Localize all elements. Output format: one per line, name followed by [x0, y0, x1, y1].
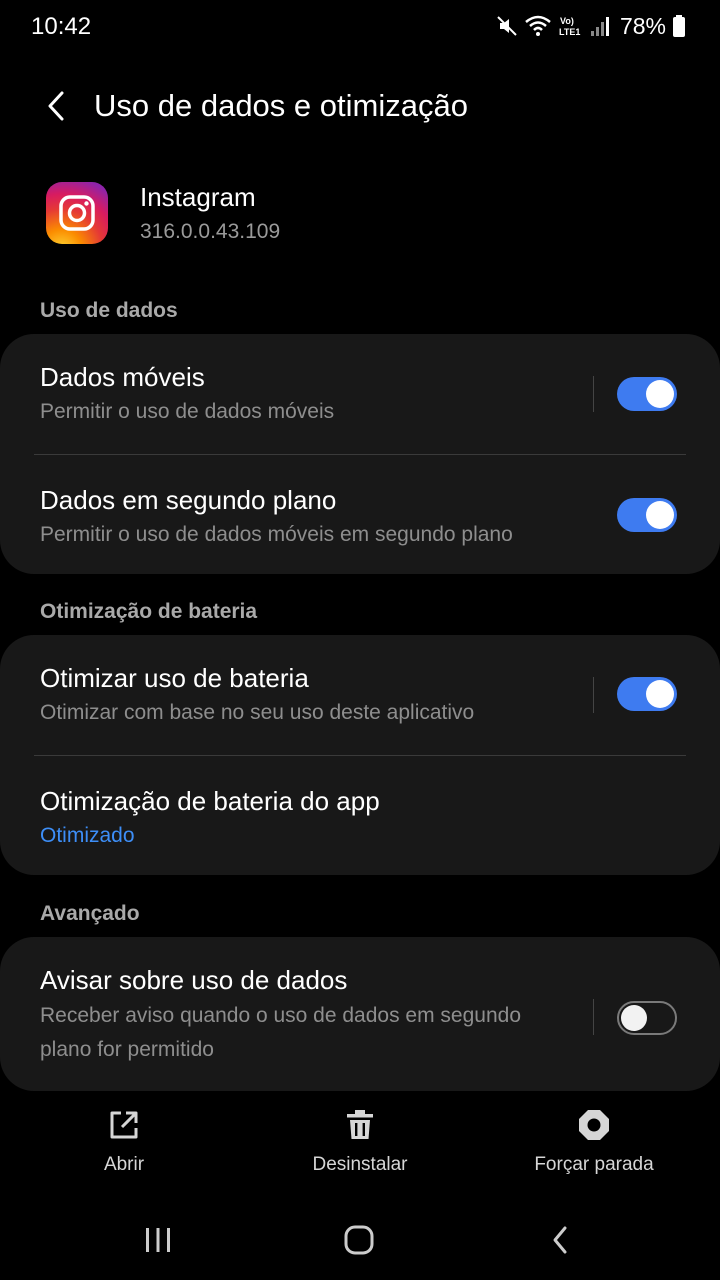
battery-card: Otimizar uso de bateria Otimizar com bas… [0, 635, 720, 875]
optimize-battery-item[interactable]: Otimizar uso de bateria Otimizar com bas… [0, 635, 720, 755]
divider-vertical [593, 376, 594, 412]
data-warning-item[interactable]: Avisar sobre uso de dados Receber aviso … [0, 937, 720, 1091]
wifi-icon [524, 15, 552, 37]
open-button[interactable]: Abrir [34, 1108, 214, 1176]
uninstall-label: Desinstalar [312, 1154, 408, 1175]
divider-vertical [593, 677, 594, 713]
item-title: Otimizar uso de bateria [40, 663, 309, 693]
app-battery-optimization-item[interactable]: Otimização de bateria do app Otimizado [0, 756, 720, 875]
back-button[interactable] [36, 84, 76, 128]
uninstall-button[interactable]: Desinstalar [270, 1108, 450, 1176]
data-usage-card: Dados móveis Permitir o uso de dados móv… [0, 334, 720, 574]
item-title: Dados móveis [40, 362, 205, 392]
optimize-battery-toggle[interactable] [617, 677, 677, 711]
instagram-icon [46, 182, 108, 244]
item-title: Otimização de bateria do app [40, 786, 380, 816]
toggle-knob [646, 501, 674, 529]
app-version: 316.0.0.43.109 [140, 220, 281, 243]
stop-icon [579, 1110, 609, 1140]
svg-text:LTE1: LTE1 [559, 27, 580, 37]
force-stop-button[interactable]: Forçar parada [504, 1108, 684, 1176]
mute-icon [496, 15, 518, 37]
mobile-data-toggle[interactable] [617, 377, 677, 411]
toggle-knob [646, 680, 674, 708]
open-external-icon [110, 1111, 138, 1139]
volte-lte-icon: Vo) LTE1 [558, 14, 584, 38]
battery-percent: 78% [619, 12, 666, 39]
background-data-item[interactable]: Dados em segundo plano Permitir o uso de… [0, 455, 720, 574]
data-warning-toggle[interactable] [617, 1001, 677, 1035]
item-title: Dados em segundo plano [40, 485, 337, 515]
optimization-status: Otimizado [40, 824, 135, 847]
app-bar: Uso de dados e otimização [0, 70, 720, 144]
advanced-card: Avisar sobre uso de dados Receber aviso … [0, 937, 720, 1091]
bottom-actions: Abrir Desinstalar Forçar parada [0, 1108, 720, 1198]
toggle-knob [646, 380, 674, 408]
item-title: Avisar sobre uso de dados [40, 965, 348, 995]
divider-vertical [593, 999, 594, 1035]
app-info: Instagram 316.0.0.43.109 [0, 172, 720, 262]
recents-button[interactable] [128, 1220, 188, 1260]
item-subtitle: Receber aviso quando o uso de dados em s… [40, 1004, 522, 1061]
page-title: Uso de dados e otimização [94, 88, 468, 123]
navigation-bar [0, 1208, 720, 1280]
signal-icon [590, 15, 610, 37]
nav-back-button[interactable] [530, 1220, 590, 1260]
home-button[interactable] [329, 1220, 389, 1260]
trash-icon [347, 1110, 373, 1139]
home-icon [344, 1225, 374, 1255]
open-label: Abrir [103, 1154, 145, 1175]
toggle-knob [621, 1005, 647, 1031]
section-label-advanced: Avançado [40, 902, 140, 925]
app-name: Instagram [140, 182, 256, 212]
status-bar: 10:42 Vo) LTE1 78% [0, 0, 720, 54]
item-subtitle: Permitir o uso de dados móveis [40, 400, 335, 423]
battery-icon [672, 14, 686, 38]
item-subtitle: Otimizar com base no seu uso deste aplic… [40, 701, 475, 724]
recents-icon [146, 1228, 170, 1252]
item-subtitle: Permitir o uso de dados móveis em segund… [40, 523, 513, 546]
section-label-data-usage: Uso de dados [40, 299, 178, 322]
section-label-battery: Otimização de bateria [40, 600, 258, 623]
background-data-toggle[interactable] [617, 498, 677, 532]
status-time: 10:42 [31, 13, 92, 40]
chevron-left-icon [48, 91, 64, 121]
svg-text:Vo): Vo) [560, 16, 574, 26]
force-stop-label: Forçar parada [534, 1154, 654, 1175]
back-icon [553, 1226, 567, 1254]
mobile-data-item[interactable]: Dados móveis Permitir o uso de dados móv… [0, 334, 720, 454]
status-icons: Vo) LTE1 78% [496, 12, 686, 40]
